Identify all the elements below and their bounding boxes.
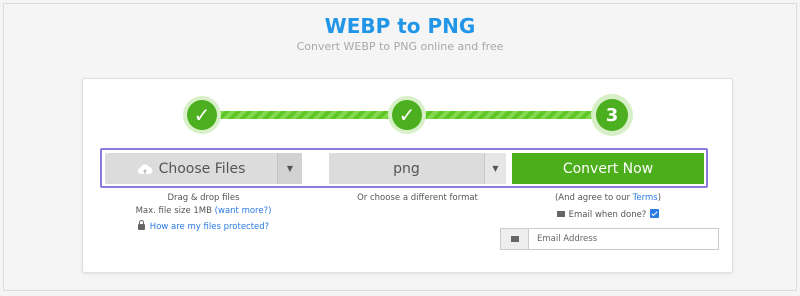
convert-now-label: Convert Now — [562, 160, 654, 177]
format-dropdown-toggle[interactable]: ▼ — [484, 153, 506, 184]
files-protected-line: How are my files protected? — [105, 220, 302, 232]
drag-drop-hint: Drag & drop files — [167, 193, 240, 203]
email-when-done-checkbox[interactable] — [650, 209, 660, 218]
output-format-select[interactable]: png — [329, 153, 484, 184]
envelope-icon — [510, 236, 519, 242]
files-protected-link[interactable]: How are my files protected? — [150, 222, 269, 232]
choose-files-label: Choose Files — [158, 160, 246, 177]
page-title: WEBP to PNG — [324, 14, 476, 38]
step-3-indicator: 3 — [596, 99, 628, 131]
choose-files-dropdown-toggle[interactable]: ▼ — [277, 153, 302, 184]
max-file-size-text: Max. file size 1MB — [135, 206, 212, 216]
choose-files-button[interactable]: Choose Files — [105, 153, 277, 184]
email-when-done-label: Email when done? — [568, 210, 647, 220]
email-address-input[interactable] — [529, 229, 718, 249]
email-when-done-row: Email when done? — [512, 209, 704, 220]
format-hint: Or choose a different format — [357, 193, 478, 203]
terms-link[interactable]: Terms — [633, 193, 658, 203]
email-field — [500, 228, 719, 250]
output-format-value: png — [393, 160, 420, 177]
max-file-size-line: Max. file size 1MB (want more?) — [105, 206, 302, 216]
lock-icon — [137, 220, 145, 230]
terms-line: (And agree to our Terms) — [512, 193, 704, 203]
caret-down-icon: ▼ — [492, 164, 499, 173]
step-1-check-icon: ✓ — [187, 100, 217, 130]
caret-down-icon: ▼ — [286, 164, 294, 173]
convert-now-button[interactable]: Convert Now — [512, 153, 704, 184]
terms-suffix: ) — [657, 193, 662, 203]
want-more-link[interactable]: (want more?) — [215, 206, 272, 216]
terms-prefix: (And agree to our — [554, 193, 630, 203]
page-subtitle: Convert WEBP to PNG online and free — [296, 40, 504, 53]
email-addon — [501, 229, 529, 249]
step-2-check-icon: ✓ — [392, 100, 422, 130]
envelope-icon — [556, 211, 565, 217]
cloud-upload-icon — [137, 163, 153, 174]
